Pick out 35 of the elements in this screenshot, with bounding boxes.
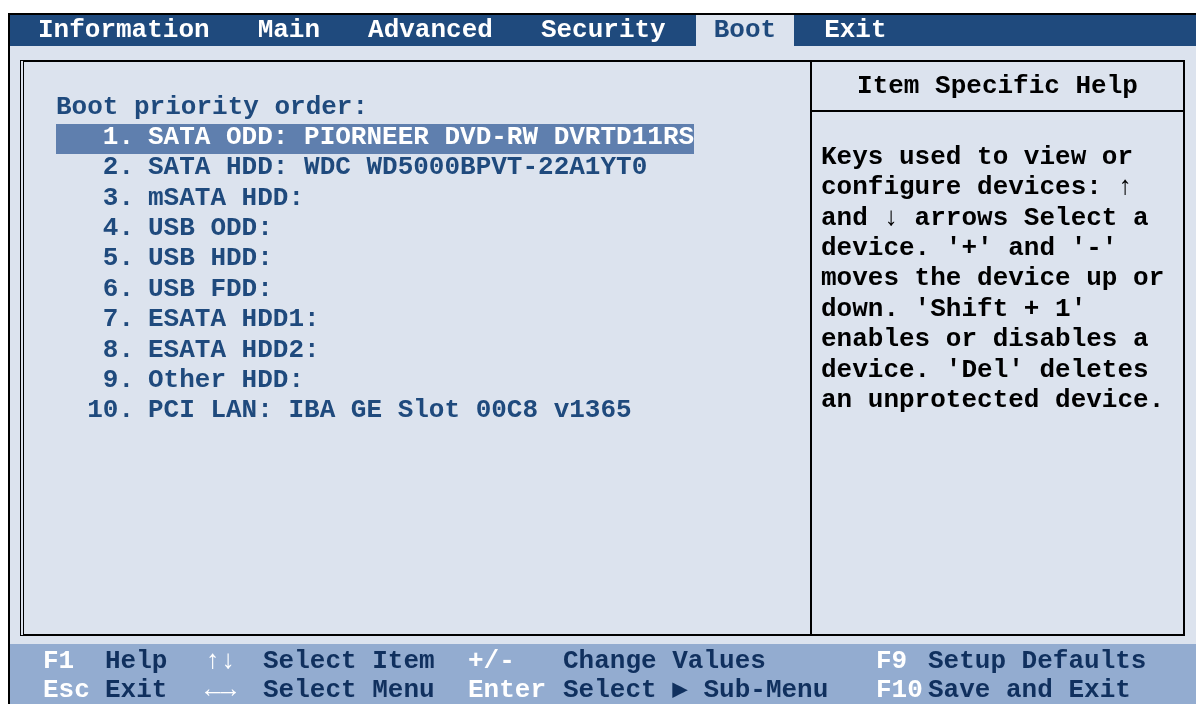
menu-tab[interactable]: Main [239,15,339,46]
help-text: Keys used to view or configure devices: ↑ and ↓ arrows Select a device. '+' and '-' moves the device up or down. 'Shift + 1' enables or disables a device. 'Del' deletes an unprotected device. [820,140,1166,416]
boot-device-item[interactable]: 6. USB FDD: [56,275,273,307]
footer-key: F1 [43,647,105,674]
footer-label: Select Menu [263,676,436,703]
boot-device-item[interactable]: 4. USB ODD: [56,214,273,246]
boot-device-item[interactable]: 8. ESATA HDD2: [56,336,320,367]
boot-device-item[interactable]: 1. SATA ODD: PIORNEER DVD-RW DVRTD11RS [56,123,695,155]
footer-label: Exit [105,676,169,703]
menu-tab[interactable]: Information [20,15,228,46]
help-title: Item Specific Help [857,72,1138,99]
footer-key: F10 [876,676,928,703]
menu-tab[interactable]: Advanced [350,15,511,46]
footer-label: Help [105,647,169,674]
footer-label: Setup Defaults [928,647,1148,674]
menu-tab[interactable]: Exit [806,15,905,46]
boot-device-item[interactable]: 9. Other HDD: [56,366,305,398]
footer-key: ←→ [205,676,263,703]
footer-label: Select ▶ Sub-Menu [563,676,830,703]
boot-device-item[interactable]: 3. mSATA HDD: [56,184,305,215]
footer-label: Change Values [563,647,767,674]
boot-device-item[interactable]: 5. USB HDD: [56,245,273,276]
boot-device-item[interactable]: 10. PCI LAN: IBA GE Slot 00C8 v1365 [56,397,632,428]
footer-label: Select Item [263,647,436,674]
menu-tab[interactable]: Security [522,15,684,46]
footer-key: Enter [468,676,563,703]
boot-device-item[interactable]: 2. SATA HDD: WDC WD5000BPVT-22A1YT0 [56,154,648,185]
menu-tab[interactable]: Boot [695,15,795,46]
section-heading: Boot priority order: [56,93,369,124]
footer-key: F9 [876,647,928,674]
footer-label: Save and Exit [928,676,1132,703]
footer-key: Esc [43,676,105,703]
footer-key: +/- [468,647,563,674]
boot-device-item[interactable]: 7. ESATA HDD1: [56,306,320,337]
footer-key: ↑↓ [205,647,263,674]
